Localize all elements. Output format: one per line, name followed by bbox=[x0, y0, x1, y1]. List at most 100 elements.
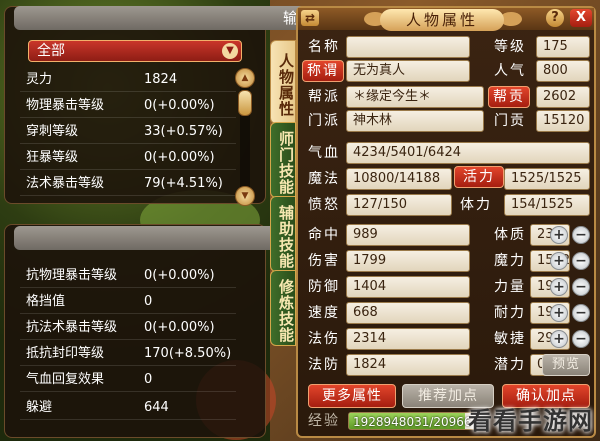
output-filter-dropdown[interactable]: 全部 ▼ bbox=[28, 40, 242, 62]
plus-icon[interactable]: + bbox=[550, 226, 568, 244]
resist-stat-label: 抗法术暴击等级 bbox=[26, 320, 118, 335]
exp-label: 经验 bbox=[308, 413, 340, 429]
output-stat-value: 33(+0.57%) bbox=[144, 124, 223, 139]
faction-contrib-button[interactable]: 帮贡 bbox=[488, 86, 530, 108]
title-button[interactable]: 称谓 bbox=[302, 60, 344, 82]
mp-field: 10800/14188 bbox=[346, 168, 452, 190]
damage-label: 伤害 bbox=[308, 253, 340, 269]
vitality-field: 1525/1525 bbox=[504, 168, 590, 190]
minus-icon[interactable]: − bbox=[572, 252, 590, 270]
level-field: 175 bbox=[536, 36, 590, 58]
output-stat-row: 物理暴击等级 0(+0.00%) bbox=[20, 94, 236, 118]
attribute-panel: ⇄ 人物属性 ? X 名称 等级 175 称谓 无为真人 人气 800 帮派 ＊… bbox=[296, 6, 596, 438]
resist-stat-row: 躲避 644 bbox=[20, 396, 236, 420]
close-icon[interactable]: X bbox=[570, 9, 592, 27]
output-stat-value: 0(+0.00%) bbox=[144, 150, 215, 165]
speed-field: 668 bbox=[346, 302, 470, 324]
school-contrib-field: 15120 bbox=[536, 110, 590, 132]
strength-label: 力量 bbox=[494, 279, 526, 295]
resist-stat-row: 格挡值 0 bbox=[20, 290, 236, 314]
potential-label: 潜力 bbox=[494, 357, 526, 373]
level-label: 等级 bbox=[494, 39, 526, 55]
resist-stat-row: 抵抗封印等级 170(+8.50%) bbox=[20, 342, 236, 366]
endurance-label: 耐力 bbox=[494, 305, 526, 321]
damage-field: 1799 bbox=[346, 250, 470, 272]
resist-stat-value: 0 bbox=[144, 372, 153, 387]
resist-stat-value: 0 bbox=[144, 294, 153, 309]
scroll-up-icon[interactable]: ▲ bbox=[235, 68, 255, 88]
plus-icon[interactable]: + bbox=[550, 252, 568, 270]
speed-label: 速度 bbox=[308, 305, 340, 321]
resist-stat-row: 抗物理暴击等级 0(+0.00%) bbox=[20, 264, 236, 288]
minus-icon[interactable]: − bbox=[572, 330, 590, 348]
tab-school-skills[interactable]: 师门技能 bbox=[270, 122, 296, 198]
magic-power-label: 魔力 bbox=[494, 253, 526, 269]
defense-field: 1404 bbox=[346, 276, 470, 298]
name-label: 名称 bbox=[308, 39, 340, 55]
constitution-label: 体质 bbox=[494, 227, 526, 243]
plus-icon[interactable]: + bbox=[550, 278, 568, 296]
minus-icon[interactable]: − bbox=[572, 304, 590, 322]
resist-stat-row: 气血回复效果 0 bbox=[20, 368, 236, 392]
output-stat-value: 0(+0.00%) bbox=[144, 98, 215, 113]
resist-stat-value: 0(+0.00%) bbox=[144, 268, 215, 283]
resist-stat-label: 抵抗封印等级 bbox=[26, 346, 105, 361]
preview-button[interactable]: 预览 bbox=[542, 354, 590, 376]
resist-stat-label: 格挡值 bbox=[26, 294, 66, 309]
name-field bbox=[346, 36, 470, 58]
defense-label: 防御 bbox=[308, 279, 340, 295]
resist-stat-value: 170(+8.50%) bbox=[144, 346, 232, 361]
magic-defense-label: 法防 bbox=[308, 357, 340, 373]
faction-label: 帮派 bbox=[308, 89, 340, 105]
swap-icon[interactable]: ⇄ bbox=[301, 10, 319, 26]
faction-contrib-field: 2602 bbox=[536, 86, 590, 108]
more-attributes-button[interactable]: 更多属性 bbox=[308, 384, 396, 408]
scroll-thumb[interactable] bbox=[238, 90, 252, 116]
stamina-field: 154/1525 bbox=[504, 194, 590, 216]
tab-character-attributes[interactable]: 人物属性 bbox=[270, 40, 296, 124]
chevron-down-icon: ▼ bbox=[222, 43, 238, 59]
hp-label: 气血 bbox=[308, 145, 340, 161]
attribute-panel-title: 人物属性 bbox=[380, 9, 504, 31]
tab-support-skills[interactable]: 辅助技能 bbox=[270, 196, 296, 272]
popularity-field: 800 bbox=[536, 60, 590, 82]
output-stat-row: 穿刺等级 33(+0.57%) bbox=[20, 120, 236, 144]
plus-icon[interactable]: + bbox=[550, 330, 568, 348]
output-stat-row: 灵力 1824 bbox=[20, 68, 236, 92]
output-stat-row: 法术暴击等级 79(+4.51%) bbox=[20, 172, 236, 196]
school-contrib-label: 门贡 bbox=[494, 113, 526, 129]
output-stat-label: 物理暴击等级 bbox=[26, 98, 105, 113]
hit-field: 989 bbox=[346, 224, 470, 246]
faction-field: ＊缘定今生＊ bbox=[346, 86, 484, 108]
minus-icon[interactable]: − bbox=[572, 278, 590, 296]
exp-bar: 1928948031/20966 bbox=[348, 412, 476, 430]
magic-damage-label: 法伤 bbox=[308, 331, 340, 347]
output-stat-label: 灵力 bbox=[26, 72, 53, 87]
resist-stat-label: 躲避 bbox=[26, 400, 53, 415]
minus-icon[interactable]: − bbox=[572, 226, 590, 244]
resist-stat-label: 气血回复效果 bbox=[26, 372, 105, 387]
exp-value: 1928948031/20966 bbox=[353, 415, 472, 429]
hit-label: 命中 bbox=[308, 227, 340, 243]
tab-cultivation-skills[interactable]: 修炼技能 bbox=[270, 270, 296, 346]
school-label: 门派 bbox=[308, 113, 340, 129]
vitality-button[interactable]: 活力 bbox=[454, 166, 504, 188]
scroll-down-icon[interactable]: ▼ bbox=[235, 186, 255, 206]
resist-stat-row: 抗法术暴击等级 0(+0.00%) bbox=[20, 316, 236, 340]
resist-stat-label: 抗物理暴击等级 bbox=[26, 268, 118, 283]
anger-label: 愤怒 bbox=[308, 197, 340, 213]
plus-icon[interactable]: + bbox=[550, 304, 568, 322]
hp-field: 4234/5401/6424 bbox=[346, 142, 590, 164]
output-stat-value: 1824 bbox=[144, 72, 178, 87]
output-filter-value: 全部 bbox=[37, 43, 65, 59]
resist-stat-value: 0(+0.00%) bbox=[144, 320, 215, 335]
popularity-label: 人气 bbox=[494, 63, 526, 79]
watermark: 看看手游网 bbox=[468, 407, 593, 435]
title-field: 无为真人 bbox=[346, 60, 470, 82]
school-field: 神木林 bbox=[346, 110, 484, 132]
agility-label: 敏捷 bbox=[494, 331, 526, 347]
output-stat-label: 狂暴等级 bbox=[26, 150, 79, 165]
output-stat-label: 法术暴击等级 bbox=[26, 176, 105, 191]
help-icon[interactable]: ? bbox=[546, 9, 564, 27]
anger-field: 127/150 bbox=[346, 194, 452, 216]
